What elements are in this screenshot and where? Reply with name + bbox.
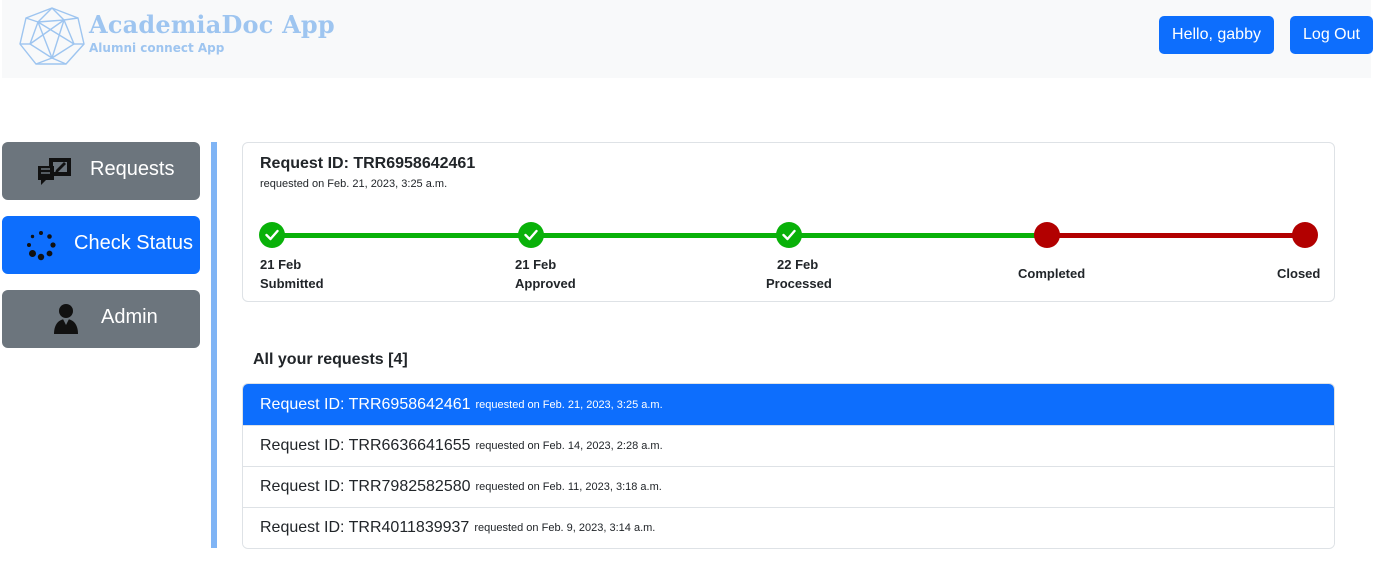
step-marker [776, 222, 802, 248]
step-label: Submitted [260, 276, 324, 291]
requests-list-title: All your requests [4] [253, 351, 408, 368]
spinner-icon [27, 231, 56, 261]
request-date: requested on Feb. 21, 2023, 3:25 a.m. [475, 398, 663, 411]
content-divider [211, 142, 217, 548]
request-status-card: Request ID: TRR6958642461 requested on F… [242, 142, 1335, 302]
step-marker [1292, 222, 1318, 248]
sidebar-item-label: Check Status [74, 232, 193, 254]
request-id: Request ID: TRR7982582580 [260, 478, 471, 495]
step-marker [518, 222, 544, 248]
requests-icon [38, 158, 71, 185]
user-greeting-button[interactable]: Hello, gabby [1159, 16, 1274, 54]
progress-segment [789, 233, 1047, 238]
step-date: 21 Feb [260, 257, 302, 272]
list-item[interactable]: Request ID: TRR6636641655 requested on F… [243, 425, 1334, 466]
step-label: Approved [515, 276, 576, 291]
list-item[interactable]: Request ID: TRR4011839937 requested on F… [243, 507, 1334, 548]
list-item[interactable]: Request ID: TRR7982582580 requested on F… [243, 466, 1334, 507]
request-id: Request ID: TRR6636641655 [260, 437, 471, 454]
request-id: Request ID: TRR4011839937 [260, 519, 470, 536]
geodesic-sphere-logo-icon [19, 7, 85, 65]
sidebar-item-label: Requests [90, 158, 175, 180]
user-icon [54, 304, 78, 334]
step-marker [259, 222, 285, 248]
sidebar-item-requests[interactable]: Requests [2, 142, 200, 200]
request-date: requested on Feb. 14, 2023, 2:28 a.m. [475, 440, 663, 452]
step-label: Completed [1018, 266, 1086, 281]
checkmark-icon [782, 229, 796, 241]
progress-segment [531, 233, 789, 238]
requests-list: Request ID: TRR6958642461 requested on F… [242, 383, 1335, 549]
sidebar-item-admin[interactable]: Admin [2, 290, 200, 348]
sidebar-item-label: Admin [101, 306, 158, 328]
progress-segment [1047, 233, 1305, 238]
progress-tracker: 21 Feb Submitted 21 Feb Approved 22 Feb … [243, 143, 1334, 301]
request-id: Request ID: TRR6958642461 [260, 395, 471, 413]
step-date: 21 Feb [515, 257, 557, 272]
app-title: AcademiaDoc App [89, 10, 335, 39]
step-marker [1034, 222, 1060, 248]
step-label: Processed [766, 276, 832, 291]
list-item[interactable]: Request ID: TRR6958642461 requested on F… [243, 384, 1334, 425]
step-date: 22 Feb [777, 257, 819, 272]
app-subtitle: Alumni connect App [89, 41, 225, 55]
request-date: requested on Feb. 11, 2023, 3:18 a.m. [475, 481, 662, 493]
checkmark-icon [524, 229, 538, 241]
sidebar-item-check-status[interactable]: Check Status [2, 216, 200, 274]
request-date: requested on Feb. 9, 2023, 3:14 a.m. [474, 522, 656, 534]
checkmark-icon [265, 229, 279, 241]
top-navbar: AcademiaDoc App Alumni connect App Hello… [2, 0, 1373, 78]
progress-segment [272, 233, 531, 238]
logout-button[interactable]: Log Out [1290, 16, 1373, 54]
step-label: Closed [1277, 266, 1321, 281]
